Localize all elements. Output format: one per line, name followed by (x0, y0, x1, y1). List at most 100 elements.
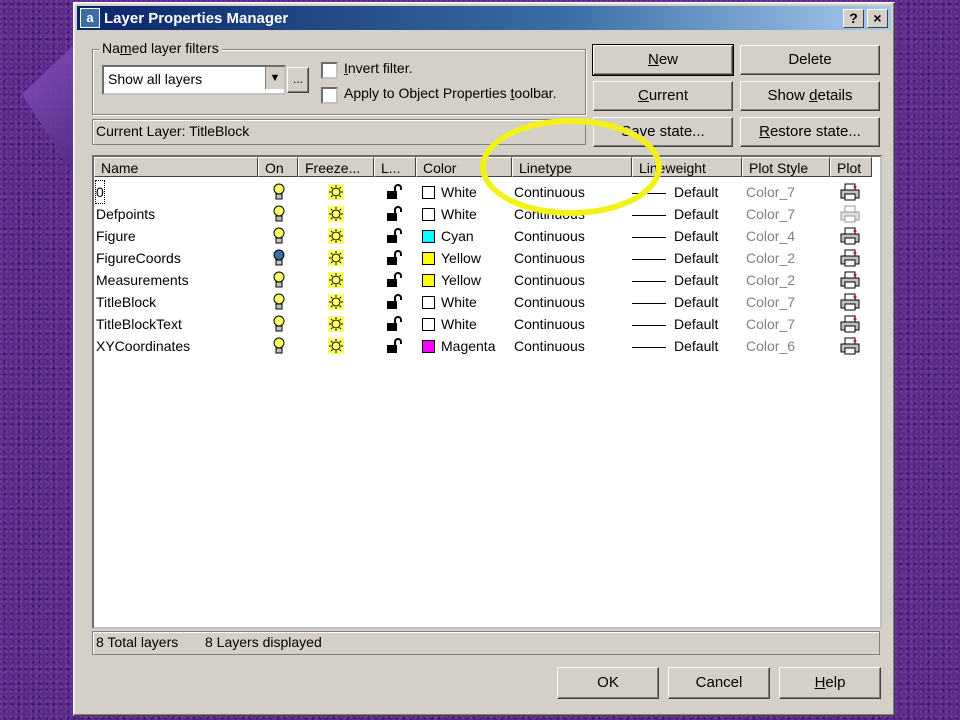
lineweight-cell[interactable]: Default (632, 335, 718, 357)
cancel-button[interactable]: Cancel (668, 667, 770, 699)
filter-browse-button[interactable]: ... (287, 67, 309, 93)
color-swatch (422, 295, 435, 309)
named-filters-label: Named layer filters (99, 40, 222, 56)
show-details-button[interactable]: Show details (740, 81, 880, 111)
ok-button[interactable]: OK (557, 667, 659, 699)
chevron-down-icon[interactable]: ▼ (265, 67, 284, 89)
linetype-cell[interactable]: Continuous (514, 269, 585, 291)
filter-selected: Show all layers (108, 71, 203, 87)
printer-icon[interactable] (840, 183, 860, 205)
layer-row[interactable]: XYCoordinates Magenta Continuous Default… (94, 335, 878, 357)
color-name: Yellow (441, 250, 481, 266)
sun-icon[interactable] (328, 338, 344, 360)
lineweight-cell[interactable]: Default (632, 291, 718, 313)
lightbulb-icon[interactable] (272, 293, 286, 315)
lineweight-line-icon (632, 236, 666, 238)
layer-name: 0 (95, 180, 105, 204)
layer-row[interactable]: FigureCoords Yellow Continuous Default C… (94, 247, 878, 269)
layer-row[interactable]: Figure Cyan Continuous Default Color_4 (94, 225, 878, 247)
printer-icon[interactable] (840, 293, 860, 315)
plot-style-cell[interactable]: Color_7 (746, 313, 795, 335)
plot-style-cell[interactable]: Color_4 (746, 225, 795, 247)
layer-row[interactable]: Measurements Yellow Continuous Default C… (94, 269, 878, 291)
lightbulb-icon[interactable] (272, 315, 286, 337)
lightbulb-icon[interactable] (272, 249, 286, 271)
restore-state-button[interactable]: Restore state... (740, 117, 880, 147)
lightbulb-icon[interactable] (272, 227, 286, 249)
col-plot[interactable]: Plot (830, 157, 872, 177)
plot-style-cell[interactable]: Color_2 (746, 269, 795, 291)
help-button[interactable]: Help (779, 667, 881, 699)
layer-row[interactable]: Defpoints White Continuous Default Color… (94, 203, 878, 225)
printer-icon[interactable] (840, 249, 860, 271)
title-bar[interactable]: a Layer Properties Manager ? × (77, 6, 891, 30)
help-icon-button[interactable]: ? (843, 8, 864, 28)
lightbulb-icon[interactable] (272, 337, 286, 359)
lineweight-cell[interactable]: Default (632, 181, 718, 203)
plot-style-cell[interactable]: Color_6 (746, 335, 795, 357)
plot-style-cell[interactable]: Color_7 (746, 181, 795, 203)
col-name[interactable]: Name (94, 157, 258, 177)
col-lock[interactable]: L... (374, 157, 416, 177)
lightbulb-icon[interactable] (272, 183, 286, 205)
current-button[interactable]: Current (593, 81, 733, 111)
lightbulb-icon[interactable] (272, 205, 286, 227)
col-freeze[interactable]: Freeze... (298, 157, 374, 177)
delete-button[interactable]: Delete (740, 45, 880, 75)
lineweight-cell[interactable]: Default (632, 203, 718, 225)
lightbulb-icon[interactable] (272, 271, 286, 293)
linetype-cell[interactable]: Continuous (514, 181, 585, 203)
plot-style-cell[interactable]: Color_2 (746, 247, 795, 269)
lock-icon[interactable] (386, 338, 404, 360)
close-icon-button[interactable]: × (867, 8, 888, 28)
status-bar: 8 Total layers 8 Layers displayed (92, 631, 880, 655)
linetype-cell[interactable]: Continuous (514, 291, 585, 313)
linetype-cell[interactable]: Continuous (514, 247, 585, 269)
linetype-cell[interactable]: Continuous (514, 203, 585, 225)
color-cell[interactable]: White (422, 203, 477, 225)
color-swatch (422, 185, 435, 199)
color-cell[interactable]: Cyan (422, 225, 474, 247)
invert-filter-checkbox[interactable] (321, 62, 338, 79)
col-on[interactable]: On (258, 157, 298, 177)
filter-combo[interactable]: Show all layers ▼ (102, 65, 286, 95)
color-cell[interactable]: White (422, 181, 477, 203)
linetype-cell[interactable]: Continuous (514, 335, 585, 357)
lineweight-cell[interactable]: Default (632, 313, 718, 335)
plot-style-cell[interactable]: Color_7 (746, 203, 795, 225)
printer-icon[interactable] (840, 205, 860, 227)
printer-icon[interactable] (840, 227, 860, 249)
layer-row[interactable]: 0 White Continuous Default Color_7 (94, 180, 878, 205)
color-cell[interactable]: Magenta (422, 335, 495, 357)
layer-row[interactable]: TitleBlock White Continuous Default Colo… (94, 291, 878, 313)
printer-icon[interactable] (840, 315, 860, 337)
linetype-cell[interactable]: Continuous (514, 225, 585, 247)
layer-list[interactable]: Name On Freeze... L... Color Linetype Li… (92, 155, 882, 629)
layer-name: TitleBlockText (96, 316, 182, 332)
printer-icon[interactable] (840, 271, 860, 293)
lineweight-cell[interactable]: Default (632, 225, 718, 247)
col-lineweight[interactable]: Lineweight (632, 157, 742, 177)
apply-toolbar-checkbox[interactable] (321, 87, 338, 104)
lineweight-value: Default (674, 338, 719, 354)
color-cell[interactable]: Yellow (422, 247, 481, 269)
linetype-cell[interactable]: Continuous (514, 313, 585, 335)
window-title: Layer Properties Manager (104, 9, 289, 27)
lineweight-cell[interactable]: Default (632, 269, 718, 291)
col-color[interactable]: Color (416, 157, 512, 177)
save-state-button[interactable]: Save state... (593, 117, 733, 147)
color-swatch (422, 317, 435, 331)
color-swatch (422, 251, 435, 265)
color-cell[interactable]: White (422, 291, 477, 313)
lineweight-cell[interactable]: Default (632, 247, 718, 269)
color-cell[interactable]: White (422, 313, 477, 335)
invert-filter-label: Invert filter. (344, 60, 413, 76)
new-button[interactable]: New (592, 44, 734, 76)
col-plot-style[interactable]: Plot Style (742, 157, 830, 177)
col-linetype[interactable]: Linetype (512, 157, 632, 177)
layer-name: Figure (96, 228, 136, 244)
color-cell[interactable]: Yellow (422, 269, 481, 291)
printer-icon[interactable] (840, 337, 860, 359)
plot-style-cell[interactable]: Color_7 (746, 291, 795, 313)
layer-row[interactable]: TitleBlockText White Continuous Default … (94, 313, 878, 335)
